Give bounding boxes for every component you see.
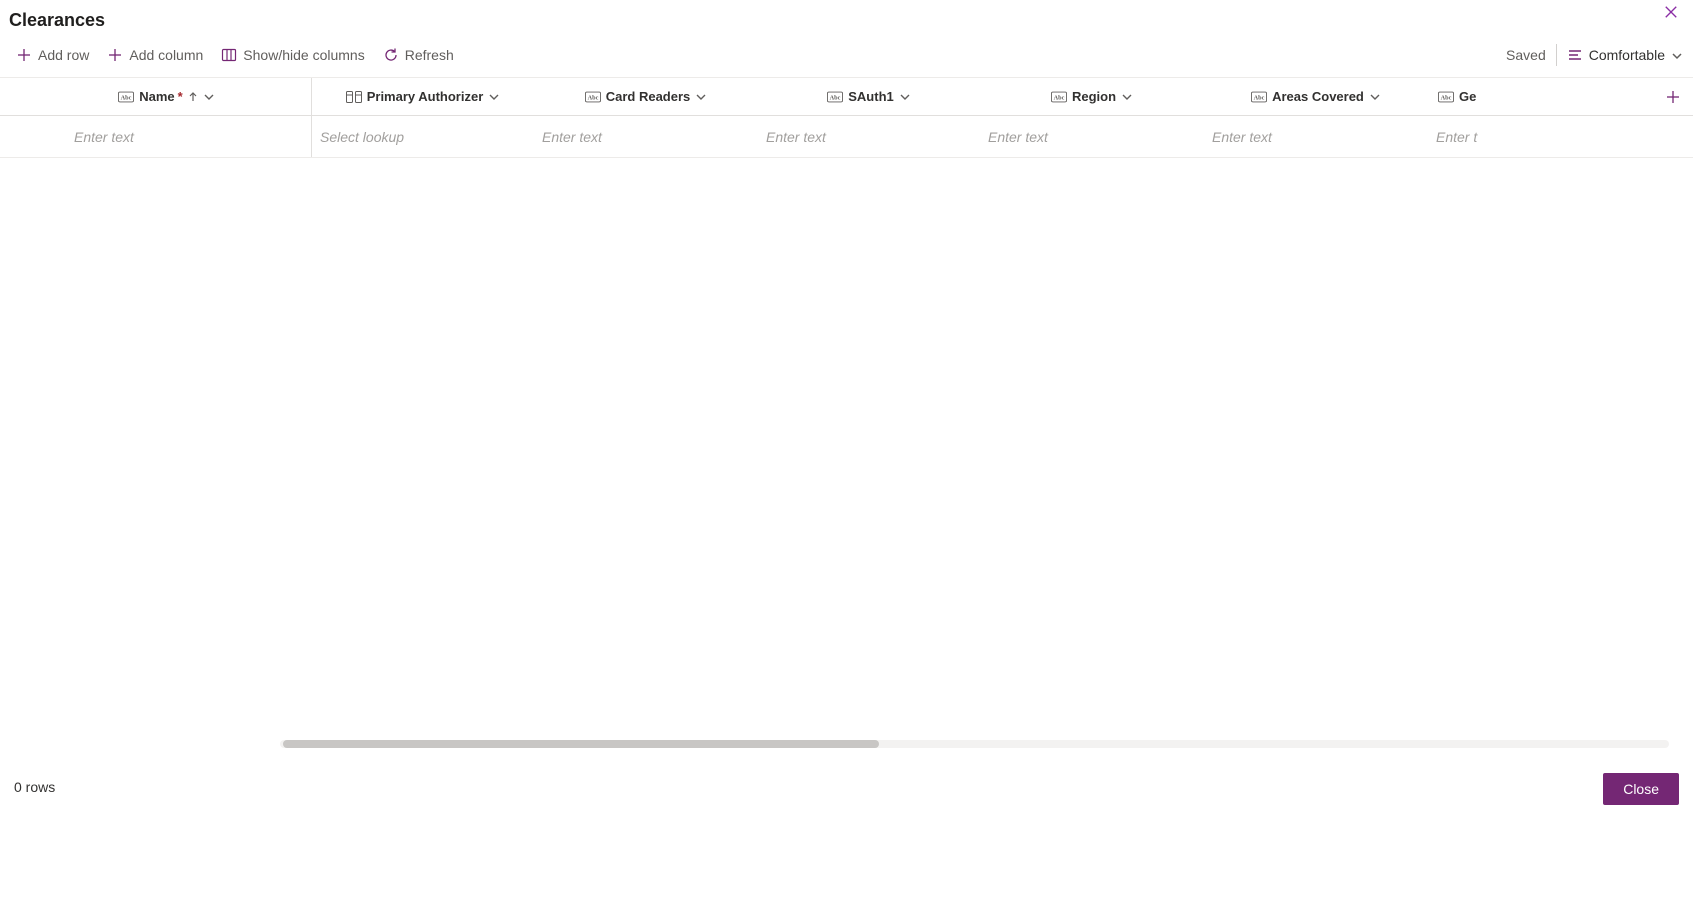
- chevron-down-icon: [899, 91, 911, 103]
- svg-text:Abc: Abc: [121, 94, 132, 101]
- svg-text:Abc: Abc: [830, 94, 841, 101]
- new-row: Enter text Select lookup Enter text Ente…: [0, 116, 1693, 158]
- text-type-icon: Abc: [1251, 91, 1267, 103]
- horizontal-scrollbar-track[interactable]: [280, 740, 1669, 748]
- text-type-icon: Abc: [1051, 91, 1067, 103]
- column-sauth1-label: SAuth1: [848, 89, 894, 104]
- text-type-icon: Abc: [827, 91, 843, 103]
- chevron-down-icon: [1671, 49, 1683, 61]
- svg-text:Abc: Abc: [1254, 94, 1265, 101]
- horizontal-scrollbar-thumb[interactable]: [283, 740, 879, 748]
- cell-areas-covered-input[interactable]: Enter text: [1204, 116, 1428, 157]
- lookup-type-icon: [346, 91, 362, 103]
- column-header-region[interactable]: Abc Region: [980, 78, 1204, 115]
- page-title: Clearances: [9, 10, 105, 31]
- plus-icon: [107, 47, 123, 63]
- add-column-label: Add column: [129, 47, 203, 63]
- add-row-button[interactable]: Add row: [14, 43, 91, 67]
- refresh-label: Refresh: [405, 47, 454, 63]
- chevron-down-icon: [695, 91, 707, 103]
- column-header-card-readers[interactable]: Abc Card Readers: [534, 78, 758, 115]
- column-header-primary-authorizer[interactable]: Primary Authorizer: [312, 78, 534, 115]
- cell-region-input[interactable]: Enter text: [980, 116, 1204, 157]
- cell-primary-authorizer-input[interactable]: Select lookup: [312, 116, 534, 157]
- close-button[interactable]: Close: [1603, 773, 1679, 805]
- add-row-label: Add row: [38, 47, 89, 63]
- density-label: Comfortable: [1589, 47, 1665, 63]
- chevron-down-icon: [203, 91, 215, 103]
- text-type-icon: Abc: [585, 91, 601, 103]
- column-ge-label: Ge: [1459, 89, 1476, 104]
- text-type-icon: Abc: [118, 91, 134, 103]
- toolbar-divider: [1556, 44, 1557, 66]
- cell-card-readers-input[interactable]: Enter text: [534, 116, 758, 157]
- show-hide-columns-label: Show/hide columns: [243, 47, 364, 63]
- add-column-button[interactable]: Add column: [105, 43, 205, 67]
- density-selector[interactable]: Comfortable: [1567, 47, 1683, 63]
- show-hide-columns-button[interactable]: Show/hide columns: [219, 43, 366, 67]
- cell-ge-input[interactable]: Enter t: [1428, 116, 1496, 157]
- density-icon: [1567, 47, 1583, 63]
- column-header-areas-covered[interactable]: Abc Areas Covered: [1204, 78, 1428, 115]
- svg-text:Abc: Abc: [1054, 94, 1065, 101]
- svg-text:Abc: Abc: [587, 94, 598, 101]
- saved-status: Saved: [1506, 47, 1546, 63]
- column-region-label: Region: [1072, 89, 1116, 104]
- column-areas-covered-label: Areas Covered: [1272, 89, 1364, 104]
- toolbar: Add row Add column Show/hide columns Ref…: [0, 36, 1693, 78]
- chevron-down-icon: [1369, 91, 1381, 103]
- column-card-readers-label: Card Readers: [606, 89, 691, 104]
- svg-text:Abc: Abc: [1441, 94, 1452, 101]
- column-primary-authorizer-label: Primary Authorizer: [367, 89, 484, 104]
- close-icon[interactable]: [1661, 2, 1681, 22]
- required-indicator: *: [178, 89, 183, 104]
- column-header-ge[interactable]: Abc Ge: [1428, 78, 1476, 115]
- add-column-icon-button[interactable]: [1659, 78, 1687, 116]
- column-name-label: Name: [139, 89, 174, 104]
- cell-sauth1-input[interactable]: Enter text: [758, 116, 980, 157]
- chevron-down-icon: [1121, 91, 1133, 103]
- text-type-icon: Abc: [1438, 91, 1454, 103]
- columns-icon: [221, 47, 237, 63]
- plus-icon: [16, 47, 32, 63]
- column-header-sauth1[interactable]: Abc SAuth1: [758, 78, 980, 115]
- refresh-icon: [383, 47, 399, 63]
- refresh-button[interactable]: Refresh: [381, 43, 456, 67]
- column-header-name[interactable]: Abc Name *: [22, 78, 312, 115]
- footer: 0 rows Close: [0, 761, 1693, 907]
- sort-ascending-icon: [188, 92, 198, 102]
- cell-name-input[interactable]: Enter text: [22, 116, 312, 157]
- row-count: 0 rows: [14, 779, 55, 795]
- chevron-down-icon: [488, 91, 500, 103]
- grid-header: Abc Name * Primary Authorizer Abc Card R…: [0, 78, 1693, 116]
